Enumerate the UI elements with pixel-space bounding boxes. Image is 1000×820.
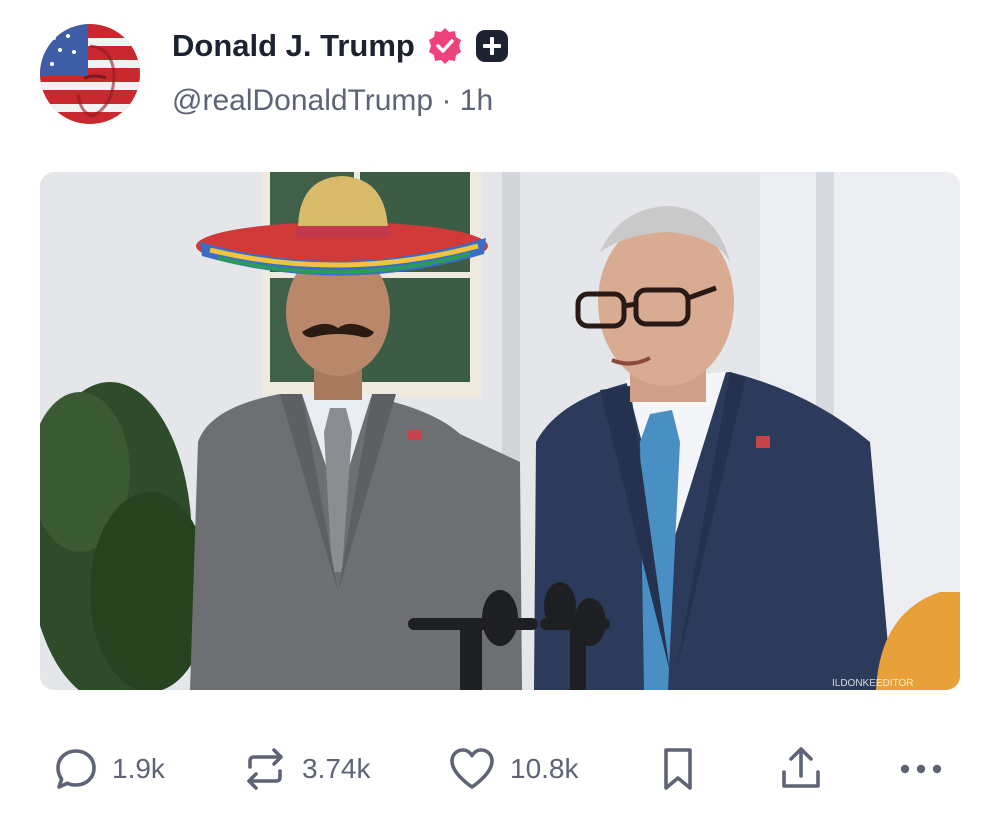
reply-icon <box>52 745 100 793</box>
more-options-button[interactable] <box>898 736 944 802</box>
bookmark-button[interactable] <box>658 736 698 802</box>
meta-separator: · <box>441 84 452 117</box>
repost-button[interactable]: 3.74k <box>240 736 371 802</box>
author-name-row: Donald J. Trump <box>172 24 509 68</box>
plus-badge-icon <box>475 29 509 63</box>
post: Donald J. Trump @realDonaldTrump · 1h IL… <box>0 0 1000 820</box>
author-avatar[interactable] <box>40 24 140 124</box>
bookmark-icon <box>658 744 698 794</box>
post-timestamp[interactable]: 1h <box>460 84 493 117</box>
reply-count: 1.9k <box>112 753 165 784</box>
post-action-bar: 1.9k 3.74k 10.8k <box>0 736 1000 802</box>
post-media-image[interactable]: ILDONKEEDITOR <box>40 172 960 690</box>
repost-icon <box>240 745 290 793</box>
repost-count: 3.74k <box>302 753 371 784</box>
verified-badge-icon <box>425 26 465 66</box>
author-handle[interactable]: @realDonaldTrump <box>172 84 433 117</box>
share-button[interactable] <box>776 736 826 802</box>
author-meta-row: @realDonaldTrump · 1h <box>172 84 493 118</box>
share-icon <box>776 744 826 794</box>
like-icon <box>446 745 498 793</box>
media-watermark: ILDONKEEDITOR <box>832 678 914 689</box>
like-count: 10.8k <box>510 753 579 784</box>
reply-button[interactable]: 1.9k <box>52 736 165 802</box>
more-icon <box>898 759 944 779</box>
like-button[interactable]: 10.8k <box>446 736 579 802</box>
author-display-name[interactable]: Donald J. Trump <box>172 28 415 64</box>
